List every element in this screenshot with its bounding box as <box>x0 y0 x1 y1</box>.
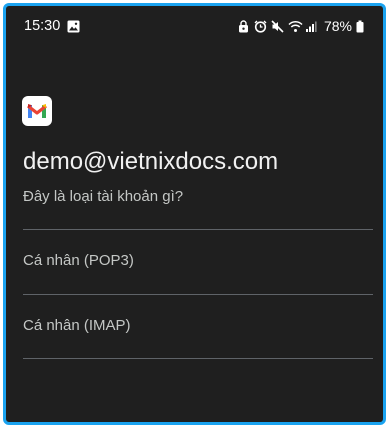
divider <box>23 358 373 359</box>
wifi-icon <box>288 20 303 33</box>
divider <box>23 294 373 295</box>
alarm-clock-icon <box>254 20 267 33</box>
gmail-logo-icon <box>22 96 52 126</box>
gallery-icon <box>67 20 80 33</box>
signal-icon <box>305 20 318 33</box>
phone-screen-frame: 15:30 78% demo@vietnixdocs.com Đây là lo… <box>3 3 386 425</box>
option-label: Cá nhân (POP3) <box>23 251 134 269</box>
status-bar-left: 15:30 <box>24 18 80 34</box>
status-time: 15:30 <box>24 18 61 34</box>
divider <box>23 229 373 230</box>
account-email: demo@vietnixdocs.com <box>23 148 279 175</box>
account-type-question: Đây là loại tài khoản gì? <box>23 188 184 205</box>
battery-icon <box>356 20 369 33</box>
lock-badge-icon <box>237 19 250 33</box>
status-bar-right: 78% <box>237 18 369 34</box>
option-label: Cá nhân (IMAP) <box>23 316 131 334</box>
battery-percent: 78% <box>323 18 352 34</box>
option-personal-pop3[interactable]: Cá nhân (POP3) <box>23 235 373 285</box>
option-personal-imap[interactable]: Cá nhân (IMAP) <box>23 300 373 350</box>
status-bar: 15:30 78% <box>6 6 383 46</box>
mute-icon <box>271 19 284 33</box>
